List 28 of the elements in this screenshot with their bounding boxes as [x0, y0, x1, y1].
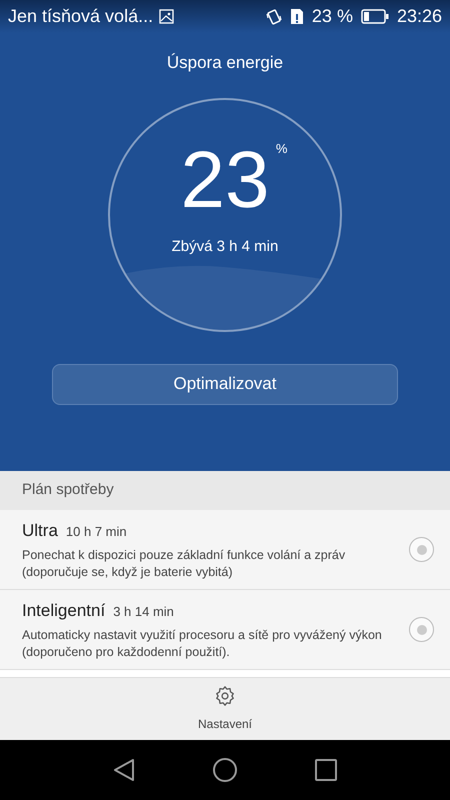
settings-icon [214, 685, 236, 707]
plan-description: Automaticky nastavit využití procesoru a sítě pro vyvážený výkon (doporučeno pro každodenní použití). [22, 627, 383, 662]
screen-title: Úspora energie [166, 52, 284, 74]
plan-name: Ultra [22, 520, 58, 542]
plan-description: Ponechat k dispozici pouze základní funkce volání a zpráv (doporučuje se, když je baterie vybitá) [22, 547, 346, 582]
optimize-button[interactable]: Optimalizovat [52, 364, 398, 404]
recent-apps-button[interactable] [315, 759, 337, 781]
plan-name: Inteligentní [22, 600, 106, 622]
plan-duration: 3 h 14 min [113, 602, 174, 621]
settings-button[interactable]: Nastavení [0, 677, 450, 740]
plan-option[interactable]: Ultra 10 h 7 min Ponechat k dispozici pouze základní funkce volání a zpráv (doporučuje se, když je baterie vybitá) [0, 510, 450, 590]
radio-button[interactable] [409, 537, 434, 562]
back-button[interactable] [113, 758, 135, 782]
remaining-time: Zbývá 3 h 4 min [172, 236, 278, 256]
percent-sign: % [276, 142, 288, 154]
radio-button[interactable] [409, 617, 434, 642]
sim-card-icon [290, 8, 304, 25]
battery-percent-value: 23 [180, 134, 270, 224]
notification-text: Jen tísňová volá... [8, 5, 154, 28]
vibrate-icon [266, 8, 282, 26]
plan-duration: 10 h 7 min [66, 522, 127, 541]
clock: 23:26 [396, 5, 442, 28]
battery-icon [360, 9, 389, 24]
image-icon [159, 9, 174, 24]
home-button[interactable] [213, 758, 237, 782]
battery-percentage: 23 % [312, 5, 353, 28]
plan-option[interactable]: Inteligentní 3 h 14 min Automaticky nastavit využití procesoru a sítě pro vyvážený výkon (doporučeno pro každodenní použití). [0, 590, 450, 670]
section-header: Plán spotřeby [0, 471, 450, 510]
